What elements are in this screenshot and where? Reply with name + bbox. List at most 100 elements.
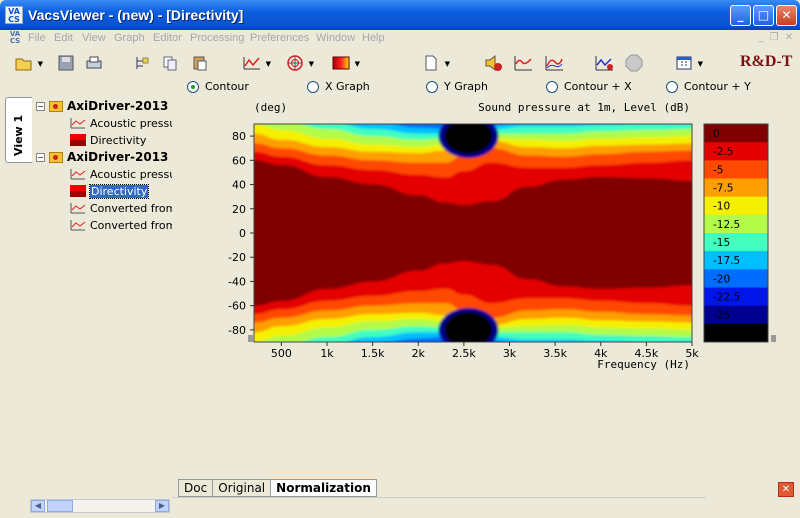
color-map-button[interactable]: ▼ (331, 53, 360, 73)
radio-contour-y[interactable]: Contour + Y (666, 80, 751, 93)
x-tick-label: 500 (271, 347, 292, 360)
window-title: VacsViewer - (new) - [Directivity] (28, 7, 244, 23)
stop-icon (625, 54, 643, 72)
tree-item-map-selected[interactable]: Directivity (70, 183, 150, 199)
radio-x-graph[interactable]: X Graph (307, 80, 370, 93)
curve-icon (70, 203, 86, 214)
print-button[interactable] (84, 53, 104, 73)
radio-contour-x[interactable]: Contour + X (546, 80, 632, 93)
radio-indicator (546, 80, 558, 93)
tab-original[interactable]: Original (212, 479, 272, 497)
menu-file[interactable]: File (28, 32, 46, 44)
legend-label: -25 (713, 310, 730, 322)
graph-settings-button[interactable] (594, 53, 614, 73)
toolbar: ▼ ▼ ▼ ▼ ▼ ▼ (0, 49, 800, 77)
tree-item-label: AxiDriver-2013 (67, 99, 169, 113)
tree-item-label: Directivity (90, 133, 147, 147)
chart-title: Sound pressure at 1m, Level (dB) (478, 101, 690, 114)
radio-y-graph[interactable]: Y Graph (426, 80, 488, 93)
driver-button[interactable] (483, 53, 503, 73)
close-panel-button[interactable]: ✕ (778, 482, 794, 497)
stop-button[interactable] (624, 53, 644, 73)
tree-item-curve[interactable]: Acoustic pressure (70, 166, 172, 182)
tab-normalization[interactable]: Normalization (270, 479, 377, 497)
window-layout-icon (676, 56, 692, 70)
graph-settings-icon (595, 56, 613, 71)
scroll-left-button[interactable]: ◀ (31, 500, 45, 512)
radio-indicator (307, 80, 319, 93)
open-folder-button[interactable]: ▼ (14, 53, 43, 73)
menu-preferences[interactable]: Preferences (250, 32, 309, 44)
view-tab[interactable]: View 1 (5, 97, 32, 163)
cut-button[interactable] (132, 53, 152, 73)
mdi-minimize-button[interactable]: _ (754, 32, 768, 45)
frequency-response-button[interactable] (513, 53, 533, 73)
menu-editor[interactable]: Editor (153, 32, 182, 44)
menu-window[interactable]: Window (316, 32, 355, 44)
scroll-thumb[interactable] (47, 500, 73, 512)
radio-label: Y Graph (444, 80, 488, 93)
tree-item-curve[interactable]: Converted from (70, 217, 172, 233)
map-icon (70, 185, 86, 197)
app-logo-icon[interactable]: VA CS (5, 6, 23, 24)
tree-item-label: Acoustic pressure (90, 116, 172, 130)
tree-item-label: Converted from (90, 218, 172, 232)
collapse-toggle[interactable]: − (36, 152, 45, 162)
y-tick-label: 20 (232, 203, 246, 216)
driver-folder-icon (49, 100, 63, 112)
tree-item-map[interactable]: Directivity (70, 132, 146, 148)
legend-scroll-handle[interactable] (771, 335, 776, 342)
paste-button[interactable] (190, 53, 210, 73)
multi-curve-icon (545, 56, 563, 71)
radio-label: Contour + Y (684, 80, 751, 93)
layout-button[interactable]: ▼ (674, 53, 703, 73)
legend-label: -20 (713, 273, 730, 285)
radio-label: Contour + X (564, 80, 632, 93)
menu-bar: VA CS File Edit View Graph Editor Process… (0, 30, 800, 48)
x-tick-label: 1.5k (361, 347, 385, 360)
menu-processing[interactable]: Processing (190, 32, 244, 44)
tree-item-curve[interactable]: Acoustic pressure (70, 115, 172, 131)
scroll-right-button[interactable]: ▶ (155, 500, 169, 512)
polar-icon (287, 55, 303, 71)
new-document-button[interactable]: ▼ (421, 53, 450, 73)
radio-contour[interactable]: Contour (187, 80, 249, 93)
tree-item-label: AxiDriver-2013 (67, 150, 169, 164)
curve-style-button[interactable]: ▼ (242, 53, 271, 73)
menu-graph[interactable]: Graph (114, 32, 145, 44)
minimize-button[interactable]: _ (730, 5, 751, 26)
y-tick-label: -80 (228, 324, 246, 337)
y-scroll-handle[interactable] (248, 335, 253, 342)
menu-edit[interactable]: Edit (54, 32, 73, 44)
multi-curve-button[interactable] (544, 53, 564, 73)
collapse-toggle[interactable]: − (36, 101, 45, 111)
tree-item-curve[interactable]: Converted from (70, 200, 172, 216)
tree-item-folder[interactable]: − AxiDriver-2013 (36, 149, 168, 165)
save-button[interactable] (56, 53, 76, 73)
menu-help[interactable]: Help (362, 32, 385, 44)
legend-label: -2.5 (713, 146, 734, 158)
legend-label: 0 (713, 128, 720, 140)
status-area (172, 497, 706, 513)
y-tick-label: 80 (232, 130, 246, 143)
view-mode-group: Contour X Graph Y Graph Contour + X Cont… (0, 78, 800, 96)
radio-label: Contour (205, 80, 249, 93)
tab-doc[interactable]: Doc (178, 479, 214, 497)
legend-label: -15 (713, 237, 730, 249)
document-logo-icon[interactable]: VA CS (7, 31, 23, 47)
maximize-button[interactable]: □ (753, 5, 774, 26)
x-tick-label: 2k (412, 347, 426, 360)
tree-item-folder[interactable]: − AxiDriver-2013 (36, 98, 168, 114)
paste-icon (193, 56, 207, 71)
mdi-restore-button[interactable]: ❐ (767, 32, 781, 45)
mdi-close-button[interactable]: ✕ (782, 32, 796, 45)
menu-view[interactable]: View (82, 32, 106, 44)
copy-button[interactable] (160, 53, 180, 73)
close-button[interactable]: ✕ (776, 5, 797, 26)
y-axis: 80 60 40 20 0 -20 -40 -60 -80 (228, 130, 254, 337)
colormap-icon (332, 56, 350, 70)
polar-plot-button[interactable]: ▼ (285, 53, 314, 73)
y-tick-label: -60 (228, 300, 246, 313)
directivity-contour-plot[interactable]: (deg) Sound pressure at 1m, Level (dB) 8… (172, 96, 782, 474)
tree-horizontal-scrollbar[interactable]: ◀ ▶ (30, 499, 170, 513)
